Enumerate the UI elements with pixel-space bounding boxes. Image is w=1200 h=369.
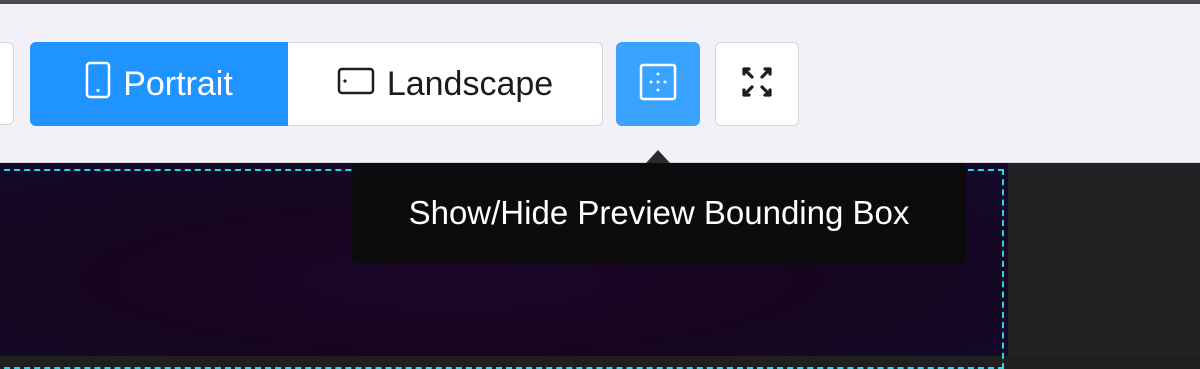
tooltip-arrow xyxy=(646,150,670,163)
landscape-label: Landscape xyxy=(386,64,554,103)
toggle-bounding-box-button[interactable] xyxy=(616,42,700,126)
bounding-box-icon xyxy=(638,62,678,107)
landscape-button[interactable]: Landscape xyxy=(288,42,603,126)
fullscreen-button[interactable] xyxy=(715,42,799,126)
landscape-icon xyxy=(337,65,375,104)
tooltip-text: Show/Hide Preview Bounding Box xyxy=(408,194,910,231)
expand-icon xyxy=(738,63,776,106)
tooltip: Show/Hide Preview Bounding Box xyxy=(352,163,966,263)
portrait-label: Portrait xyxy=(123,64,233,103)
portrait-icon xyxy=(85,61,111,108)
previous-control-edge[interactable] xyxy=(0,42,14,125)
portrait-button[interactable]: Portrait xyxy=(30,42,288,126)
orientation-toggle: Portrait Landscape xyxy=(30,42,603,126)
preview-toolbar: Portrait Landscape xyxy=(0,4,1200,163)
side-panel xyxy=(1008,163,1200,356)
